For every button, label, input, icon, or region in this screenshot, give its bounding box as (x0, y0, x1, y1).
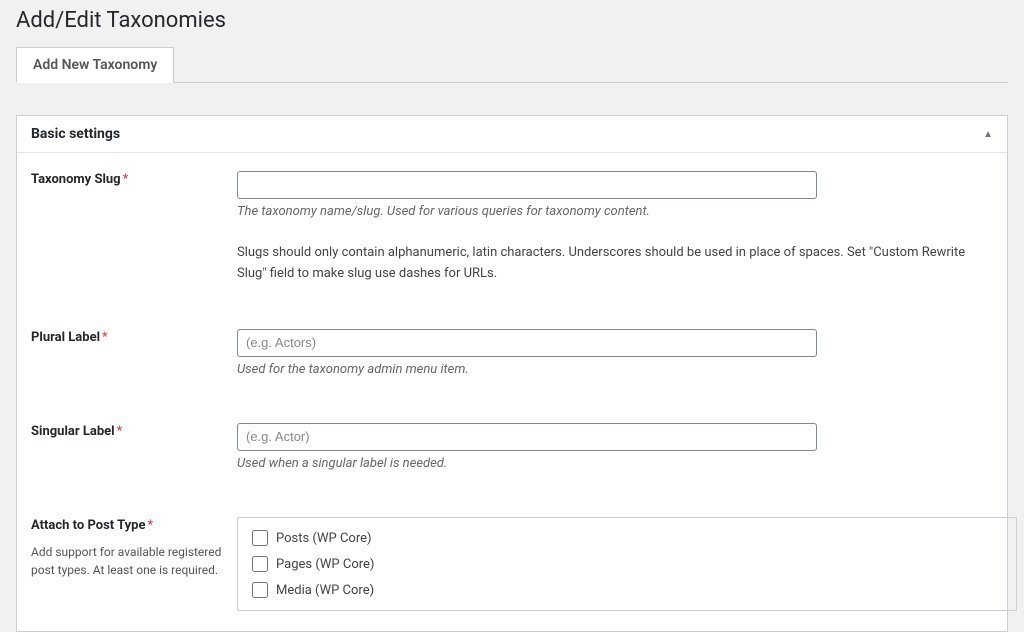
checkbox-pages-label[interactable]: Pages (WP Core) (276, 557, 374, 572)
required-star: * (117, 424, 123, 439)
plural-label-input[interactable] (237, 329, 817, 357)
required-star: * (148, 518, 154, 533)
tabs-row: Add New Taxonomy (16, 47, 1008, 83)
chevron-up-icon: ▲ (983, 129, 993, 140)
label-text: Attach to Post Type (31, 518, 146, 533)
checkbox-pages[interactable] (252, 556, 268, 572)
checkbox-row-media: Media (WP Core) (252, 582, 1002, 598)
panel-body: Taxonomy Slug* The taxonomy name/slug. U… (17, 153, 1007, 631)
attach-post-type-label: Attach to Post Type* (31, 518, 153, 533)
basic-settings-panel: Basic settings ▲ Taxonomy Slug* The taxo… (16, 115, 1008, 632)
attach-post-type-sub: Add support for available registered pos… (31, 543, 227, 579)
plural-label-desc: Used for the taxonomy admin menu item. (237, 361, 993, 379)
panel-header[interactable]: Basic settings ▲ (17, 116, 1007, 153)
label-text: Taxonomy Slug (31, 172, 121, 187)
checkbox-posts-label[interactable]: Posts (WP Core) (276, 531, 372, 546)
required-star: * (102, 330, 108, 345)
required-star: * (123, 172, 129, 187)
taxonomy-slug-label: Taxonomy Slug* (31, 172, 128, 187)
taxonomy-slug-note: Slugs should only contain alphanumeric, … (237, 243, 993, 285)
taxonomy-slug-input[interactable] (237, 171, 817, 199)
field-label-col: Taxonomy Slug* (31, 171, 237, 189)
field-row-attach: Attach to Post Type* Add support for ava… (31, 517, 993, 611)
panel-title: Basic settings (31, 126, 120, 142)
field-control-col: Used when a singular label is needed. (237, 423, 993, 473)
field-label-col: Singular Label* (31, 423, 237, 441)
checkbox-media-label[interactable]: Media (WP Core) (276, 583, 374, 598)
field-row-slug: Taxonomy Slug* The taxonomy name/slug. U… (31, 171, 993, 285)
field-control-col: Used for the taxonomy admin menu item. (237, 329, 993, 379)
label-text: Singular Label (31, 424, 115, 439)
singular-label-label: Singular Label* (31, 424, 122, 439)
plural-label-label: Plural Label* (31, 330, 108, 345)
checkbox-media[interactable] (252, 582, 268, 598)
field-label-col: Attach to Post Type* Add support for ava… (31, 517, 237, 579)
field-row-plural: Plural Label* Used for the taxonomy admi… (31, 329, 993, 379)
field-row-singular: Singular Label* Used when a singular lab… (31, 423, 993, 473)
label-text: Plural Label (31, 330, 100, 345)
checkbox-posts[interactable] (252, 530, 268, 546)
field-control-col: Posts (WP Core) Pages (WP Core) Media (W… (237, 517, 1017, 611)
attach-checkbox-group: Posts (WP Core) Pages (WP Core) Media (W… (237, 517, 1017, 611)
field-control-col: The taxonomy name/slug. Used for various… (237, 171, 993, 285)
taxonomy-slug-desc: The taxonomy name/slug. Used for various… (237, 203, 993, 221)
singular-label-input[interactable] (237, 423, 817, 451)
checkbox-row-pages: Pages (WP Core) (252, 556, 1002, 572)
tab-add-new-taxonomy[interactable]: Add New Taxonomy (16, 47, 174, 83)
page-title: Add/Edit Taxonomies (16, 8, 1008, 33)
field-label-col: Plural Label* (31, 329, 237, 347)
singular-label-desc: Used when a singular label is needed. (237, 455, 993, 473)
checkbox-row-posts: Posts (WP Core) (252, 530, 1002, 546)
